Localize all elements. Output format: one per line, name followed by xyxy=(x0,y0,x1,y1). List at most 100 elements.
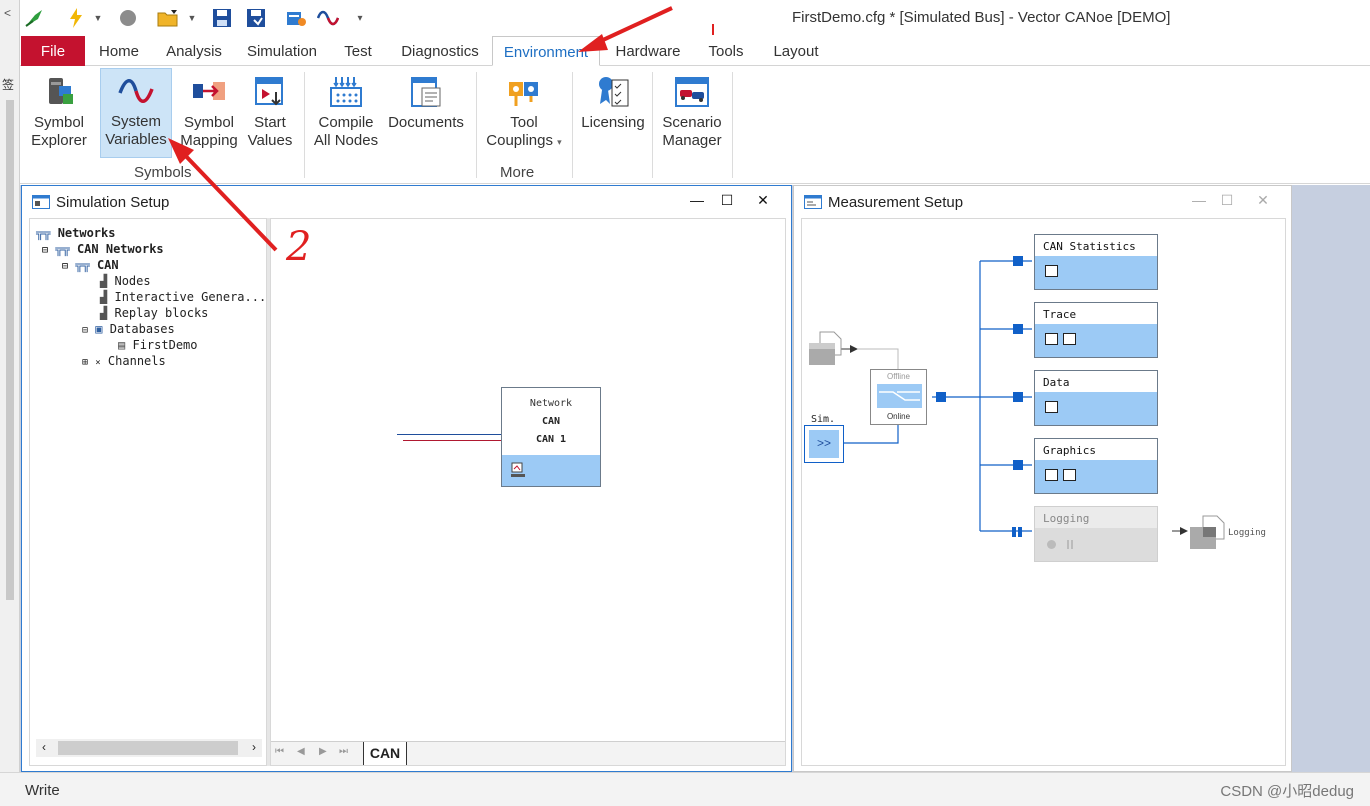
measurement-setup-titlebar[interactable]: Measurement Setup — ☐ ✕ xyxy=(794,186,1291,218)
scenario-manager-button[interactable]: Scenario Manager xyxy=(658,70,726,158)
symbol-explorer-label-2: Explorer xyxy=(31,132,87,149)
online-offline-switch[interactable]: Offline Online xyxy=(870,369,927,425)
window-icon xyxy=(32,195,50,209)
symbol-mapping-label-1: Symbol xyxy=(183,114,235,131)
start-values-button[interactable]: Start Values xyxy=(242,70,298,158)
connector-square[interactable] xyxy=(936,392,946,402)
close-button[interactable]: ✕ xyxy=(1252,192,1274,212)
node-icon: ▟ xyxy=(100,306,108,320)
prev-tab-icon[interactable]: ◀ xyxy=(297,746,305,757)
pause-bar-icon[interactable] xyxy=(1012,527,1016,537)
minimize-button[interactable]: — xyxy=(1188,192,1210,212)
start-dropdown-icon[interactable]: ▼ xyxy=(92,6,104,30)
compile-all-nodes-button[interactable]: Compile All Nodes xyxy=(310,70,382,158)
tab-hardware[interactable]: Hardware xyxy=(608,36,688,66)
graphics-block[interactable]: Graphics xyxy=(1034,438,1158,494)
tree-item-replay-blocks[interactable]: ▟ Replay blocks xyxy=(100,305,208,321)
tab-simulation[interactable]: Simulation xyxy=(240,36,324,66)
tab-analysis[interactable]: Analysis xyxy=(158,36,230,66)
system-variables-qat-icon[interactable] xyxy=(316,6,340,30)
start-measurement-icon[interactable] xyxy=(64,6,88,30)
collapse-icon[interactable]: ⊟ xyxy=(42,245,48,256)
statistics-window-icon xyxy=(1045,265,1058,277)
tree-item-interactive-generators[interactable]: ▟ Interactive Genera... xyxy=(100,289,266,305)
tree-item-networks[interactable]: ╦╦ Networks xyxy=(36,225,115,241)
can-statistics-label: CAN Statistics xyxy=(1043,240,1136,253)
pause-icon xyxy=(1067,540,1069,549)
next-tab-icon[interactable]: ▶ xyxy=(319,746,327,757)
network-block-footer xyxy=(502,455,600,486)
save-icon[interactable] xyxy=(210,6,234,30)
side-scrollbar[interactable] xyxy=(6,100,14,600)
ribbon-separator xyxy=(732,72,733,178)
last-tab-icon[interactable]: ⏭ xyxy=(339,746,348,757)
tab-can[interactable]: CAN xyxy=(363,742,407,765)
stop-measurement-icon[interactable] xyxy=(116,6,140,30)
symbol-explorer-label-1: Symbol xyxy=(33,114,85,131)
collapse-icon[interactable]: ⊟ xyxy=(82,325,88,336)
connector-square[interactable] xyxy=(1013,460,1023,470)
tab-environment[interactable]: Environment xyxy=(492,36,600,66)
tree-item-can-networks[interactable]: ⊟ ╦╦ CAN Networks xyxy=(42,241,164,257)
tree-item-can[interactable]: ⊟ ╦╦ CAN xyxy=(62,257,119,273)
system-variables-button[interactable]: System Variables xyxy=(100,68,172,158)
close-button[interactable]: ✕ xyxy=(752,192,774,212)
quick-access-toolbar: ▼ ▼ ▾ FirstDemo.cfg * [Simulated Bus] - … xyxy=(20,0,1370,36)
data-label: Data xyxy=(1043,376,1070,389)
trace-block[interactable]: Trace xyxy=(1034,302,1158,358)
tab-file[interactable]: File xyxy=(21,36,85,66)
measurement-setup-title: Measurement Setup xyxy=(828,194,964,211)
scroll-thumb[interactable] xyxy=(58,741,238,755)
collapse-icon[interactable]: ⊟ xyxy=(62,261,68,272)
symbol-explorer-button[interactable]: Symbol Explorer xyxy=(26,70,92,158)
minimize-button[interactable]: — xyxy=(686,192,708,212)
tab-tools[interactable]: Tools xyxy=(700,36,752,66)
group-label-more: More xyxy=(500,164,535,181)
logging-file-icon[interactable] xyxy=(1189,515,1225,551)
data-block[interactable]: Data xyxy=(1034,370,1158,426)
connector-square[interactable] xyxy=(1013,256,1023,266)
symbol-explorer-icon xyxy=(41,74,77,110)
simulation-setup-titlebar[interactable]: Simulation Setup — ☐ ✕ xyxy=(22,186,791,218)
tree-horizontal-scrollbar[interactable]: ‹ › xyxy=(36,739,262,757)
tree-item-databases[interactable]: ⊟ ▣ Databases xyxy=(82,321,175,337)
connector-square[interactable] xyxy=(1013,392,1023,402)
tab-test[interactable]: Test xyxy=(334,36,382,66)
tab-diagnostics[interactable]: Diagnostics xyxy=(392,36,488,66)
save-as-icon[interactable] xyxy=(244,6,268,30)
connector-square[interactable] xyxy=(1013,324,1023,334)
graphics-label: Graphics xyxy=(1043,444,1096,457)
database-icon[interactable] xyxy=(284,6,308,30)
scroll-right-icon[interactable]: › xyxy=(252,740,256,754)
scroll-left-icon[interactable]: ‹ xyxy=(42,740,46,754)
symbol-mapping-button[interactable]: Symbol Mapping xyxy=(176,70,242,158)
start-values-label-2: Values xyxy=(247,132,293,149)
pause-bar-icon[interactable] xyxy=(1018,527,1022,537)
network-can-block[interactable]: Network CAN CAN 1 xyxy=(501,387,601,487)
can-statistics-block[interactable]: CAN Statistics xyxy=(1034,234,1158,290)
tab-layout[interactable]: Layout xyxy=(764,36,828,66)
tree-item-nodes[interactable]: ▟ Nodes xyxy=(100,273,151,289)
sim-source-block[interactable]: >> xyxy=(804,425,844,463)
first-tab-icon[interactable]: ⏮ xyxy=(275,746,284,757)
customize-qat-icon[interactable]: ▾ xyxy=(354,6,366,30)
open-folder-icon[interactable] xyxy=(156,6,180,30)
offline-file-icon[interactable] xyxy=(808,331,842,367)
database-icon: ▣ xyxy=(95,322,103,336)
tab-home[interactable]: Home xyxy=(90,36,148,66)
maximize-button[interactable]: ☐ xyxy=(716,192,738,212)
open-dropdown-icon[interactable]: ▼ xyxy=(186,6,198,30)
logging-block[interactable]: Logging xyxy=(1034,506,1158,562)
licensing-button[interactable]: Licensing xyxy=(578,70,648,158)
annotation-step-number: 2 xyxy=(286,224,312,270)
maximize-button[interactable]: ☐ xyxy=(1216,192,1238,212)
expand-icon[interactable]: ⊞ xyxy=(82,357,88,368)
documents-button[interactable]: Documents xyxy=(386,70,466,158)
tool-couplings-button[interactable]: Tool Couplings ▾ xyxy=(482,70,566,158)
tree-item-firstdemo[interactable]: ▤ FirstDemo xyxy=(118,337,198,353)
start-values-label-1: Start xyxy=(254,114,286,131)
tree-item-channels[interactable]: ⊞ × Channels xyxy=(82,353,166,369)
scenario-manager-label-2: Manager xyxy=(662,132,722,149)
collapse-chevron-icon[interactable]: < xyxy=(4,6,11,20)
ribbon-separator xyxy=(304,72,305,178)
